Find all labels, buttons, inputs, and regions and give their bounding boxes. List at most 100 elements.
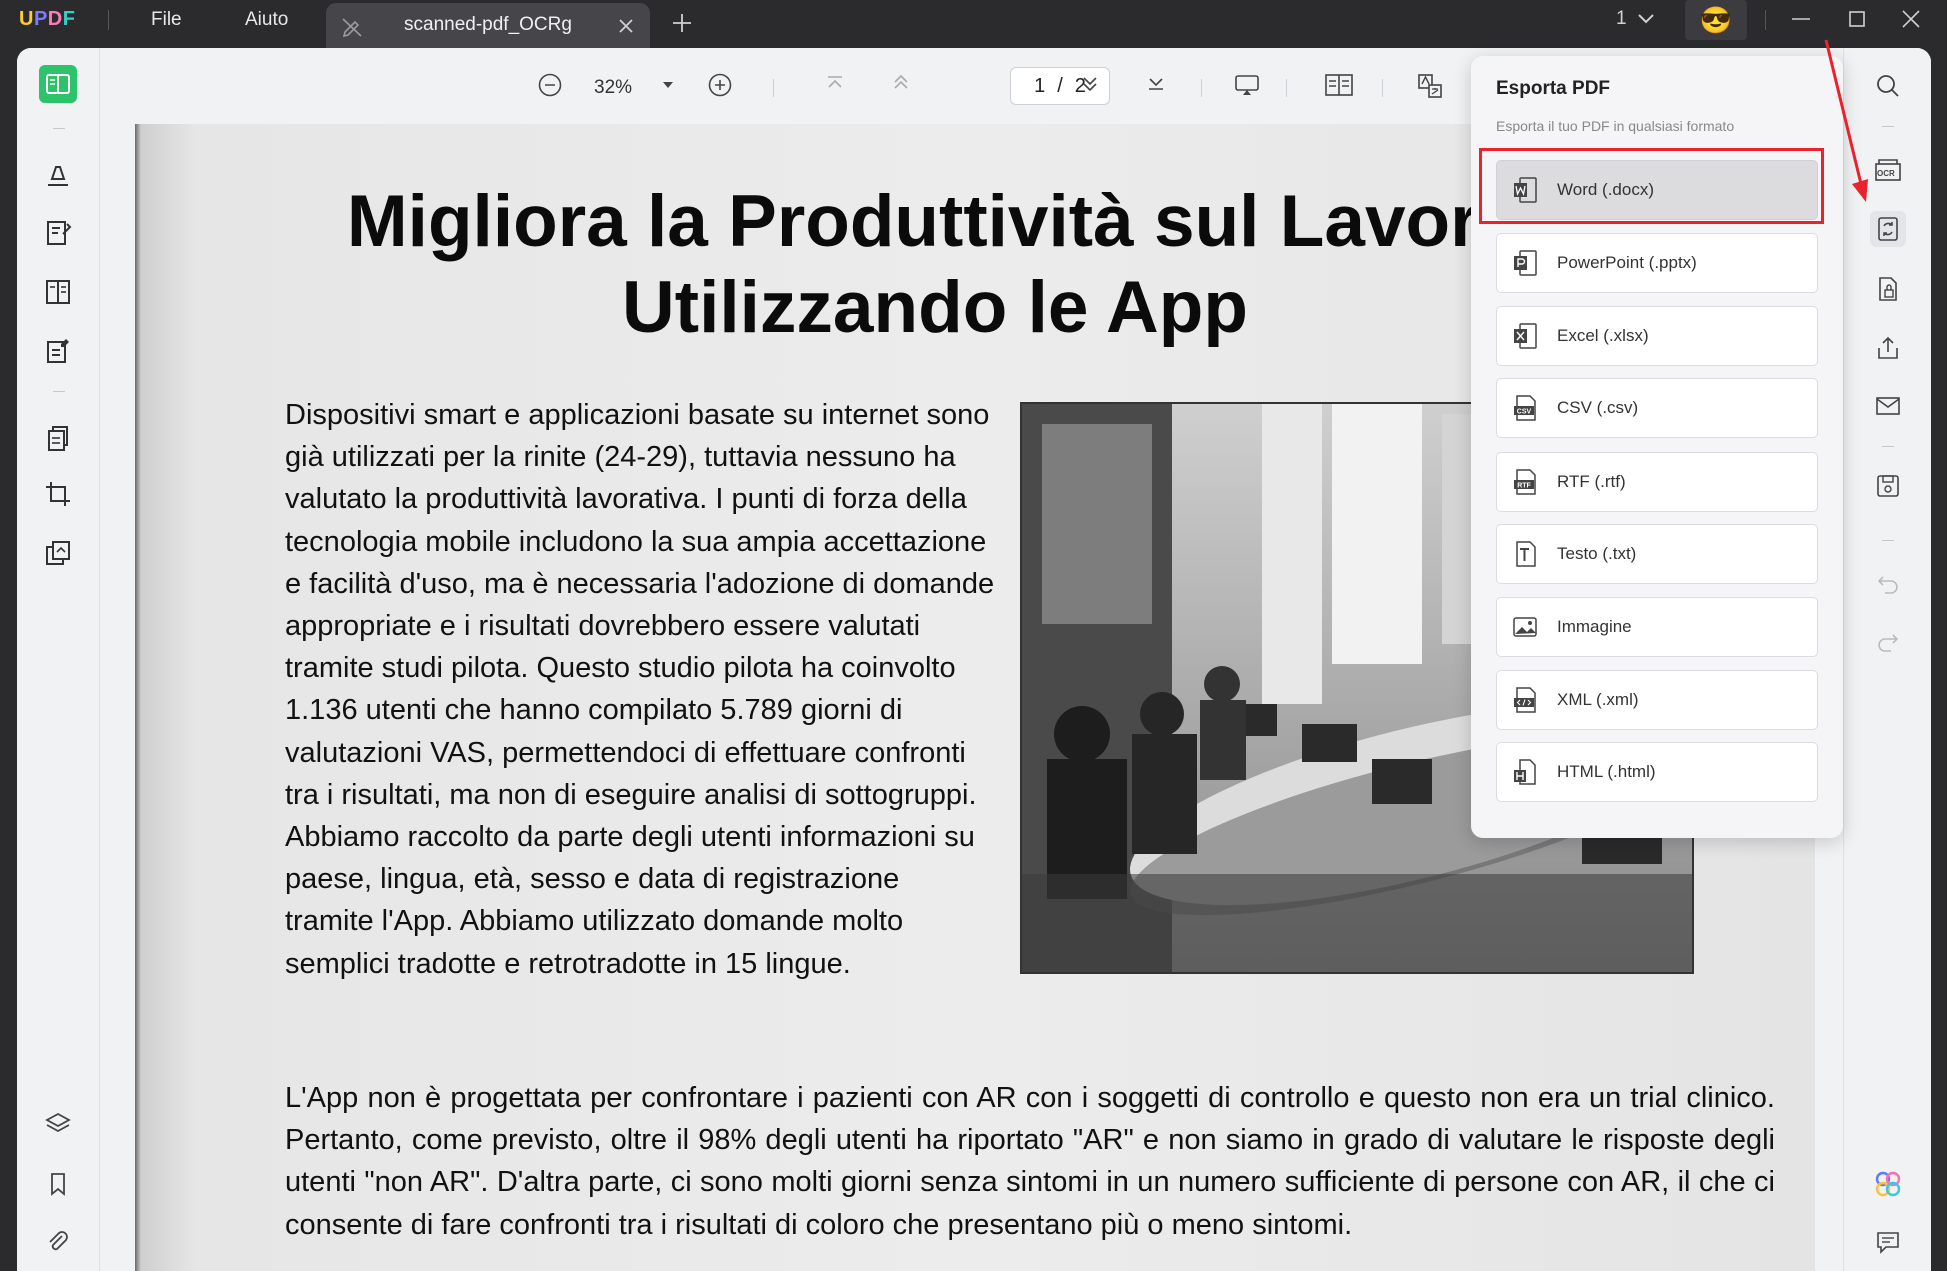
app-logo: UPDF (19, 8, 76, 30)
reader-mode-button[interactable] (39, 65, 77, 103)
zoom-dropdown-icon[interactable] (662, 80, 674, 90)
divider (1382, 79, 1383, 97)
export-option-label: PowerPoint (.pptx) (1557, 253, 1697, 272)
top-toolbar: 32% 1 / 2 (100, 48, 1470, 124)
comment-icon[interactable] (1870, 1224, 1906, 1260)
svg-text:RTF: RTF (1517, 483, 1531, 490)
bookmark-icon[interactable] (40, 1166, 76, 1202)
menu-file[interactable]: File (151, 9, 182, 31)
divider (53, 128, 65, 129)
divider (1882, 540, 1894, 541)
right-toolbar: OCR (1843, 48, 1931, 1271)
export-rtf-option[interactable]: RTF RTF (.rtf) (1496, 452, 1818, 512)
highlighter-icon[interactable] (40, 156, 76, 192)
divider (1882, 126, 1894, 127)
rtf-icon: RTF (1509, 466, 1541, 498)
export-option-label: RTF (.rtf) (1557, 472, 1626, 491)
email-icon[interactable] (1870, 388, 1906, 424)
form-icon[interactable] (40, 274, 76, 310)
ai-assistant-icon[interactable] (1870, 1166, 1906, 1202)
current-page: 1 (1034, 74, 1046, 97)
translate-icon[interactable] (1416, 72, 1444, 100)
divider (1765, 10, 1766, 30)
close-window-icon[interactable] (1900, 8, 1922, 30)
page-count-value: 1 (1616, 8, 1627, 29)
html-icon (1509, 756, 1541, 788)
maximize-icon[interactable] (1846, 8, 1868, 30)
last-page-icon[interactable] (1145, 72, 1167, 94)
avatar-emoji: 😎 (1699, 4, 1733, 35)
export-panel-title: Esporta PDF (1496, 78, 1611, 99)
title-bar: UPDF File Aiuto scanned-pdf_OCRg 1 😎 (0, 0, 1947, 48)
first-page-icon[interactable] (824, 72, 846, 94)
export-panel-subtitle: Esporta il tuo PDF in qualsiasi formato (1496, 118, 1735, 134)
book-icon (46, 74, 70, 94)
export-option-label: Immagine (1557, 617, 1632, 636)
zoom-in-icon[interactable] (707, 72, 733, 98)
powerpoint-icon (1509, 247, 1541, 279)
attachment-icon[interactable] (40, 1224, 76, 1260)
divider (1882, 446, 1894, 447)
page-layout-icon[interactable] (1324, 72, 1354, 98)
export-xml-option[interactable]: XML (.xml) (1496, 670, 1818, 730)
divider (1201, 79, 1202, 97)
edit-off-icon (341, 16, 363, 38)
zoom-level[interactable]: 32% (594, 77, 632, 99)
highlight-annotation-box (1479, 148, 1824, 224)
divider (773, 79, 774, 97)
export-option-label: XML (.xml) (1557, 690, 1639, 709)
share-icon[interactable] (1870, 330, 1906, 366)
export-option-label: CSV (.csv) (1557, 398, 1639, 417)
divider (1286, 79, 1287, 97)
layers-icon[interactable] (40, 1106, 76, 1142)
xml-icon (1509, 684, 1541, 716)
compare-icon[interactable] (40, 535, 76, 571)
export-option-label: HTML (.html) (1557, 762, 1656, 781)
export-option-label: Excel (.xlsx) (1557, 326, 1649, 345)
image-icon (1509, 611, 1541, 643)
export-option-label: Testo (.txt) (1557, 544, 1637, 563)
red-arrow-annotation (1824, 39, 1868, 202)
minimize-icon[interactable] (1790, 8, 1812, 30)
avatar[interactable]: 😎 (1685, 0, 1747, 40)
export-powerpoint-option[interactable]: PowerPoint (.pptx) (1496, 233, 1818, 293)
plus-icon[interactable] (671, 12, 693, 34)
excel-icon (1509, 320, 1541, 352)
save-icon[interactable] (1870, 468, 1906, 504)
protect-pdf-icon[interactable] (1870, 271, 1906, 307)
left-toolbar (17, 48, 100, 1271)
close-icon[interactable] (617, 17, 635, 35)
crop-icon[interactable] (40, 476, 76, 512)
ocr-label: OCR (1877, 169, 1895, 178)
undo-icon[interactable] (1870, 566, 1906, 602)
page-count-dropdown[interactable]: 1 (1616, 8, 1655, 30)
document-tab[interactable]: scanned-pdf_OCRg (326, 3, 650, 48)
menu-aiuto[interactable]: Aiuto (245, 9, 288, 31)
document-paragraph: L'App non è progettata per confrontare i… (285, 1082, 1775, 1241)
convert-pdf-icon[interactable] (1870, 211, 1906, 247)
text-icon (1509, 538, 1541, 570)
page-separator: / (1057, 74, 1063, 97)
divider (53, 391, 65, 392)
zoom-out-icon[interactable] (537, 72, 563, 98)
export-html-option[interactable]: HTML (.html) (1496, 742, 1818, 802)
ocr-button[interactable]: OCR (1870, 152, 1906, 188)
redo-icon[interactable] (1870, 624, 1906, 660)
document-title: Migliora la Produttività sul Lavoro Util… (346, 181, 1524, 348)
export-excel-option[interactable]: Excel (.xlsx) (1496, 306, 1818, 366)
presentation-icon[interactable] (1233, 72, 1261, 98)
previous-page-icon[interactable] (890, 72, 912, 94)
export-image-option[interactable]: Immagine (1496, 597, 1818, 657)
tab-title: scanned-pdf_OCRg (404, 14, 572, 35)
next-page-icon[interactable] (1079, 72, 1101, 94)
chevron-down-icon (1637, 13, 1655, 25)
fill-sign-icon[interactable] (40, 333, 76, 369)
search-icon[interactable] (1870, 68, 1906, 104)
document-paragraph: Dispositivi smart e applicazioni basate … (285, 399, 995, 980)
organize-pages-icon[interactable] (40, 420, 76, 456)
edit-text-icon[interactable] (40, 215, 76, 251)
divider (108, 10, 109, 30)
export-text-option[interactable]: Testo (.txt) (1496, 524, 1818, 584)
export-csv-option[interactable]: CSV CSV (.csv) (1496, 378, 1818, 438)
svg-text:CSV: CSV (1517, 409, 1532, 416)
